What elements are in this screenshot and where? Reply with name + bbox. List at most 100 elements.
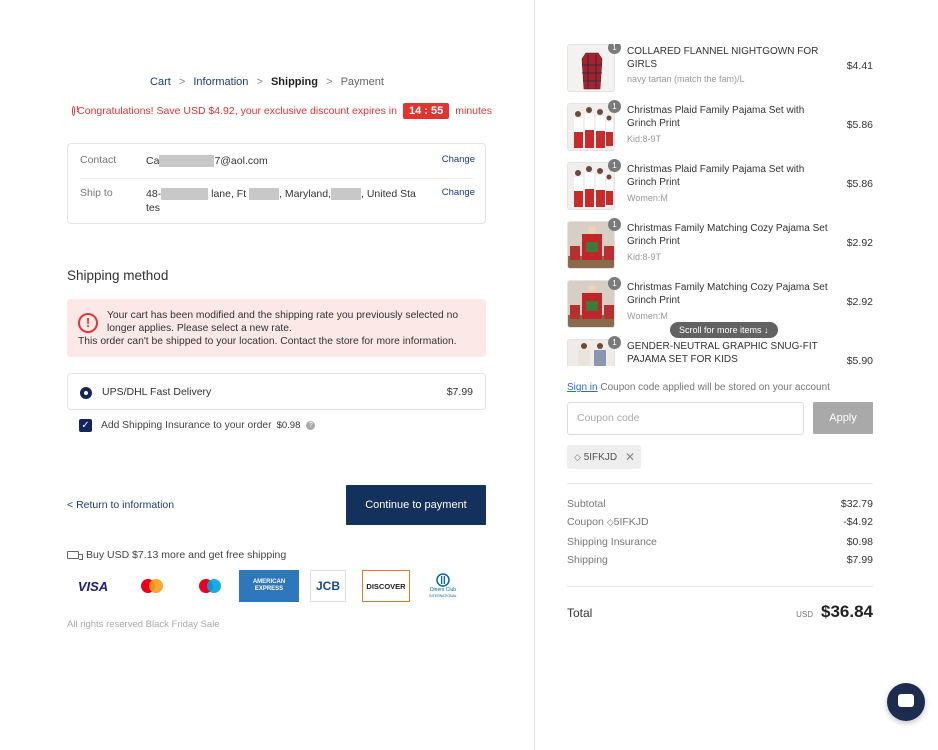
amex-line: EXPRESS — [254, 586, 284, 592]
contact-value-start: Ca — [146, 155, 160, 167]
quantity-badge: 1 — [608, 159, 621, 172]
coupon-row: Coupon ◇5IFKJD -$4.92 — [567, 516, 873, 528]
redacted-block — [159, 155, 215, 168]
quantity-badge: 1 — [608, 44, 621, 54]
insurance-price: $0.98 — [276, 420, 301, 431]
mastercard-icon — [137, 570, 167, 602]
signin-row: Sign in Coupon code applied will be stor… — [567, 382, 830, 393]
shipping-option-price: $7.99 — [446, 386, 473, 398]
change-contact-link[interactable]: Change — [442, 154, 475, 165]
redacted-block — [331, 188, 361, 201]
product-image — [567, 162, 615, 210]
item-price: $2.92 — [846, 296, 873, 308]
item-variant: Kid:8-9T — [627, 252, 662, 262]
ship-to-label: Ship to — [80, 187, 113, 199]
shipping-summary-label: Shipping — [567, 554, 608, 566]
item-name: COLLARED FLANNEL NIGHTGOWN FOR GIRLS — [627, 46, 819, 70]
tag-icon: ◇ — [574, 452, 581, 462]
coupon-value: -$4.92 — [843, 516, 873, 528]
cart-item: 1 Christmas Family Matching Cozy Pajama … — [567, 218, 873, 279]
breadcrumb: Cart > Information > Shipping > Payment — [0, 76, 534, 88]
address-part: 48- — [146, 188, 162, 200]
shipping-summary-row: Shipping $7.99 — [567, 554, 873, 566]
total-currency: USD — [796, 610, 813, 619]
truck-icon — [67, 551, 83, 560]
coupon-tag-code: 5IFKJD — [583, 452, 618, 463]
address-part: , Maryland, — [279, 188, 331, 200]
ship-to-value: 48- lane, Ft , Maryland, , United Sta tes — [146, 187, 416, 215]
item-variant: Women:M — [627, 311, 668, 321]
shipping-warning: ! Your cart has been modified and the sh… — [67, 299, 486, 357]
quantity-badge: 1 — [608, 100, 621, 113]
item-name: Christmas Family Matching Cozy Pajama Se… — [627, 282, 828, 306]
change-address-link[interactable]: Change — [442, 187, 475, 198]
apply-coupon-button[interactable]: Apply — [813, 402, 873, 434]
product-image — [567, 221, 615, 269]
maestro-icon — [195, 570, 225, 602]
quantity-badge: 1 — [608, 277, 621, 290]
payment-methods: VISA AMERICAN EXPRESS JCB DISCOVER Diner… — [67, 570, 477, 602]
warning-text: longer applies. Please select a new rate… — [107, 323, 292, 334]
address-part: lane, Ft — [211, 188, 247, 200]
discount-suffix: minutes — [455, 105, 492, 117]
insurance-summary-value: $0.98 — [846, 536, 873, 548]
cart-items-list[interactable]: 1 COLLARED FLANNEL NIGHTGOWN FOR GIRLS n… — [567, 44, 873, 366]
jcb-icon: JCB — [310, 570, 346, 602]
warning-icon: ! — [78, 313, 98, 333]
continue-to-payment-button[interactable]: Continue to payment — [346, 485, 486, 525]
insurance-summary-row: Shipping Insurance $0.98 — [567, 536, 873, 548]
item-price: $4.41 — [846, 60, 873, 72]
shipping-summary-value: $7.99 — [846, 554, 873, 566]
product-image — [567, 103, 615, 151]
breadcrumb-cart[interactable]: Cart — [150, 76, 171, 88]
divider — [80, 178, 473, 179]
breadcrumb-separator: > — [326, 76, 333, 88]
chat-icon[interactable] — [887, 683, 925, 721]
item-variant: Women:M — [627, 193, 668, 203]
checkout-main: Cart > Information > Shipping > Payment … — [0, 0, 534, 750]
product-image — [567, 280, 615, 328]
item-price: $2.92 — [846, 237, 873, 249]
review-box: Contact Ca 7@aol.com Change Ship to 48- l… — [67, 143, 486, 224]
shipping-option-radio[interactable] — [80, 387, 92, 399]
applied-coupon-tag: ◇ 5IFKJD ✕ — [567, 445, 641, 469]
coupon-summary-code: 5IFKJD — [613, 516, 649, 528]
coupon-label: Coupon — [567, 516, 604, 528]
order-summary: 1 COLLARED FLANNEL NIGHTGOWN FOR GIRLS n… — [534, 0, 938, 750]
contact-value: Ca 7@aol.com — [146, 154, 416, 168]
cart-item: 1 GENDER-NEUTRAL GRAPHIC SNUG-FIT PAJAMA… — [567, 336, 873, 366]
help-icon[interactable]: ? — [306, 421, 316, 430]
item-price: $5.86 — [846, 119, 873, 131]
divider — [567, 586, 873, 587]
breadcrumb-separator: > — [178, 76, 186, 88]
item-name: Christmas Plaid Family Pajama Set with G… — [627, 164, 805, 188]
address-part: , United Sta — [361, 188, 416, 200]
shipping-option-label: UPS/DHL Fast Delivery — [102, 386, 212, 398]
redacted-block — [249, 188, 280, 201]
item-name: GENDER-NEUTRAL GRAPHIC SNUG-FIT PAJAMA S… — [627, 341, 818, 365]
insurance-checkbox[interactable]: ✓ — [79, 419, 92, 432]
shipping-option[interactable]: UPS/DHL Fast Delivery $7.99 — [67, 373, 486, 410]
insurance-label: Add Shipping Insurance to your order — [101, 420, 272, 431]
breadcrumb-separator: > — [256, 76, 263, 88]
return-to-information-link[interactable]: < Return to information — [67, 499, 174, 511]
footer-text: All rights reserved Black Friday Sale — [67, 619, 220, 630]
breadcrumb-information[interactable]: Information — [193, 76, 248, 88]
subtotal-row: Subtotal $32.79 — [567, 498, 873, 510]
item-name: Christmas Family Matching Cozy Pajama Se… — [627, 223, 828, 247]
total-label: Total — [567, 606, 593, 620]
visa-icon: VISA — [77, 578, 109, 594]
remove-coupon-icon[interactable]: ✕ — [625, 445, 635, 469]
total-value: $36.84 — [821, 602, 873, 621]
item-price: $5.86 — [846, 178, 873, 190]
quantity-badge: 1 — [608, 336, 621, 349]
product-image — [567, 44, 615, 92]
redacted-block — [161, 188, 209, 201]
subtotal-value: $32.79 — [840, 498, 873, 510]
item-variant: Kid:8-9T — [627, 134, 662, 144]
signin-link[interactable]: Sign in — [567, 382, 598, 393]
item-variant: navy tartan (match the fam)/L — [627, 74, 745, 84]
free-shipping-note: Buy USD $7.13 more and get free shipping — [67, 549, 286, 561]
alert-icon — [72, 105, 79, 116]
coupon-code-input[interactable]: Coupon code — [567, 402, 804, 435]
